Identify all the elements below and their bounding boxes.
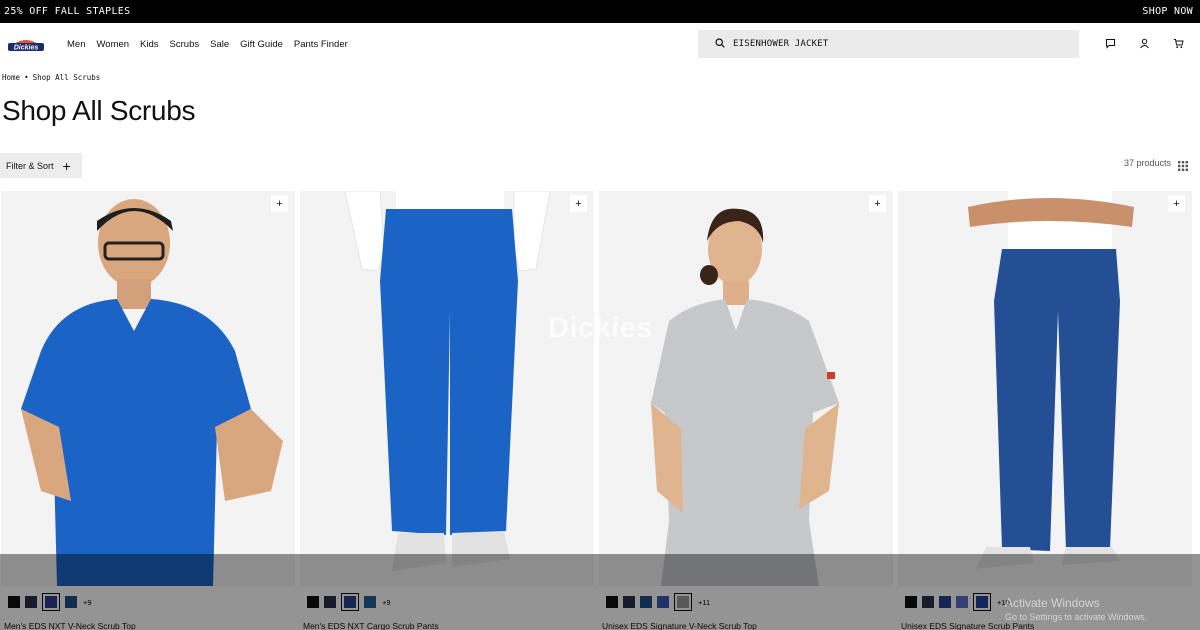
nav-link-sale[interactable]: Sale [210, 39, 229, 50]
color-swatch[interactable] [606, 596, 618, 608]
color-swatch[interactable] [42, 593, 60, 611]
nav-link-kids[interactable]: Kids [140, 39, 158, 50]
breadcrumb-current: Shop All Scrubs [32, 73, 101, 82]
nav-link-scrubs[interactable]: Scrubs [170, 39, 200, 50]
color-swatches: +10 [905, 593, 1010, 611]
nav-icons [1104, 36, 1184, 50]
color-swatch[interactable] [25, 596, 37, 608]
quick-add-button[interactable]: + [869, 195, 886, 212]
product-name[interactable]: Unisex EDS Signature Scrub Pants [901, 621, 1034, 630]
product-card[interactable]: + +10 Unisex EDS Signature Scrub Pants [898, 191, 1193, 630]
filter-sort-label: Filter & Sort [6, 160, 54, 171]
color-swatch[interactable] [657, 596, 669, 608]
quick-add-button[interactable]: + [1168, 195, 1185, 212]
color-swatch[interactable] [939, 596, 951, 608]
nav-links: Men Women Kids Scrubs Sale Gift Guide Pa… [67, 39, 359, 50]
more-colors[interactable]: +11 [698, 598, 710, 607]
nav-link-men[interactable]: Men [67, 39, 85, 50]
color-swatches: +11 [606, 593, 710, 611]
product-name[interactable]: Men's EDS NXT Cargo Scrub Pants [303, 621, 439, 630]
product-garment [994, 249, 1120, 551]
search-input[interactable] [733, 39, 1053, 49]
product-image[interactable]: + [300, 191, 594, 586]
promo-text[interactable]: 25% OFF FALL STAPLES [4, 6, 130, 17]
color-swatch[interactable] [8, 596, 20, 608]
color-swatch[interactable] [65, 596, 77, 608]
color-swatch[interactable] [324, 596, 336, 608]
color-swatches: +9 [307, 593, 391, 611]
promo-bar: 25% OFF FALL STAPLES SHOP NOW [0, 0, 1200, 23]
main-nav: Dickies Men Women Kids Scrubs Sale Gift … [0, 23, 1200, 65]
color-swatch[interactable] [364, 596, 376, 608]
quick-add-button[interactable]: + [271, 195, 288, 212]
search-bar[interactable] [698, 30, 1079, 58]
color-swatch[interactable] [922, 596, 934, 608]
breadcrumb-separator: • [24, 73, 29, 82]
activate-windows-notice: Activate Windows Go to Settings to activ… [1005, 596, 1147, 622]
breadcrumb: Home • Shop All Scrubs [2, 73, 100, 82]
color-swatch[interactable] [956, 596, 968, 608]
breadcrumb-home[interactable]: Home [2, 73, 20, 82]
cart-icon[interactable] [1172, 36, 1184, 50]
color-swatch[interactable] [905, 596, 917, 608]
svg-text:Dickies: Dickies [14, 45, 39, 52]
product-grid: + +9 Men's EDS NXT V-Neck Scrub Top + +9… [0, 191, 1200, 630]
product-image[interactable]: + [898, 191, 1192, 586]
more-colors[interactable]: +9 [382, 598, 391, 607]
quick-add-button[interactable]: + [570, 195, 587, 212]
shop-now-link[interactable]: SHOP NOW [1142, 6, 1193, 17]
product-count: 37 products [1123, 158, 1171, 168]
product-name[interactable]: Men's EDS NXT V-Neck Scrub Top [4, 621, 136, 630]
brand-watermark: Dickies [548, 312, 654, 344]
nav-link-women[interactable]: Women [96, 39, 129, 50]
product-garment [380, 209, 518, 535]
chat-icon[interactable] [1104, 36, 1116, 50]
search-icon [715, 35, 725, 53]
color-swatch[interactable] [640, 596, 652, 608]
nav-link-gift-guide[interactable]: Gift Guide [240, 39, 283, 50]
color-swatches: +9 [8, 593, 92, 611]
color-swatch[interactable] [341, 593, 359, 611]
product-image[interactable]: + [599, 191, 893, 586]
product-card[interactable]: + +9 Men's EDS NXT Cargo Scrub Pants [300, 191, 595, 630]
color-swatch[interactable] [623, 596, 635, 608]
grid-view-icon[interactable] [1178, 158, 1188, 171]
nav-link-pants-finder[interactable]: Pants Finder [294, 39, 348, 50]
page-title: Shop All Scrubs [2, 95, 196, 126]
product-name[interactable]: Unisex EDS Signature V-Neck Scrub Top [602, 621, 757, 630]
more-colors[interactable]: +9 [83, 598, 92, 607]
color-swatch[interactable] [307, 596, 319, 608]
filter-sort-button[interactable]: Filter & Sort + [0, 153, 82, 178]
activate-title: Activate Windows [1005, 596, 1100, 610]
product-card[interactable]: + +11 Unisex EDS Signature V-Neck Scrub … [599, 191, 894, 630]
product-card[interactable]: + +9 Men's EDS NXT V-Neck Scrub Top [1, 191, 296, 630]
product-image[interactable]: + [1, 191, 295, 586]
color-swatch[interactable] [674, 593, 692, 611]
dickies-logo[interactable]: Dickies [7, 33, 45, 55]
plus-icon: + [62, 157, 71, 174]
color-swatch[interactable] [973, 593, 991, 611]
activate-subtitle: Go to Settings to activate Windows. [1005, 612, 1148, 622]
account-icon[interactable] [1138, 36, 1150, 50]
